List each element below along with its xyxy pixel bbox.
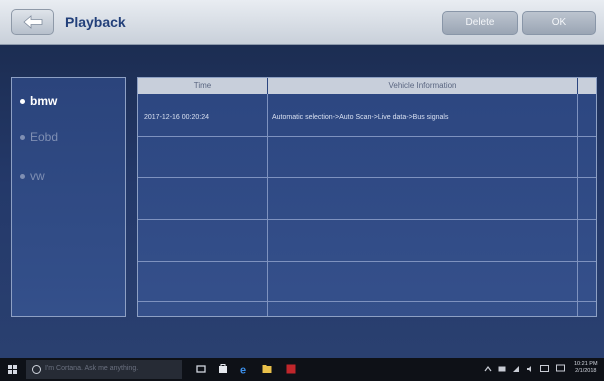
delete-button[interactable]: Delete (442, 11, 518, 35)
ok-button[interactable]: OK (522, 11, 596, 35)
network-icon[interactable] (512, 365, 520, 373)
volume-icon[interactable] (526, 365, 534, 373)
clock-date: 2/1/2018 (575, 368, 597, 374)
file-explorer-icon[interactable] (262, 364, 272, 374)
title-bar: Playback Delete OK (0, 0, 604, 45)
cortana-icon (32, 365, 41, 374)
svg-text:e: e (240, 365, 246, 375)
main-panel: bmw Eobd vw Time Vehicle Information 201… (0, 45, 604, 358)
row-divider (138, 261, 596, 262)
vehicle-item-eobd[interactable]: Eobd (20, 130, 58, 144)
back-button[interactable] (11, 9, 54, 35)
windows-start-icon[interactable] (8, 365, 17, 374)
task-view-icon[interactable] (196, 364, 206, 374)
vehicle-item-label: Eobd (30, 130, 59, 144)
battery-icon[interactable] (498, 365, 507, 373)
cell-time: 2017-12-16 00:20:24 (144, 114, 209, 121)
bullet-icon (20, 174, 25, 180)
cortana-search-box[interactable]: I'm Cortana. Ask me anything. (26, 360, 182, 379)
vehicle-item-bmw[interactable]: bmw (20, 94, 57, 108)
column-divider (267, 94, 268, 316)
vehicle-item-vw[interactable]: vw (20, 169, 45, 183)
bullet-icon (20, 99, 25, 105)
clock-time: 10:21 PM (574, 361, 598, 367)
column-divider (577, 94, 578, 316)
vehicle-item-label: bmw (30, 94, 58, 108)
vehicle-list: bmw Eobd vw (11, 77, 126, 317)
edge-browser-icon[interactable]: e (240, 364, 250, 375)
row-divider (138, 136, 596, 137)
app-icon[interactable] (286, 364, 296, 374)
cell-vehicle-information: Automatic selection->Auto Scan->Live dat… (272, 114, 449, 121)
bullet-icon (20, 135, 25, 141)
row-divider (138, 301, 596, 302)
row-divider (138, 177, 596, 178)
column-header-vehicle-information: Vehicle Information (268, 78, 577, 94)
search-placeholder: I'm Cortana. Ask me anything. (45, 365, 139, 372)
chevron-up-icon[interactable] (484, 365, 492, 373)
page-title: Playback (65, 14, 126, 30)
taskbar: I'm Cortana. Ask me anything. e 10:21 PM… (0, 358, 604, 381)
row-divider (138, 219, 596, 220)
vehicle-item-label: vw (30, 169, 45, 183)
touch-keyboard-icon[interactable] (540, 364, 549, 373)
store-icon[interactable] (218, 364, 228, 374)
column-header-spacer (578, 78, 596, 94)
playback-table: Time Vehicle Information 2017-12-16 00:2… (137, 77, 597, 317)
system-clock[interactable]: 10:21 PM 2/1/2018 (574, 361, 598, 375)
action-center-icon[interactable] (556, 364, 565, 373)
back-arrow-icon (23, 15, 43, 29)
column-header-time: Time (138, 78, 267, 94)
